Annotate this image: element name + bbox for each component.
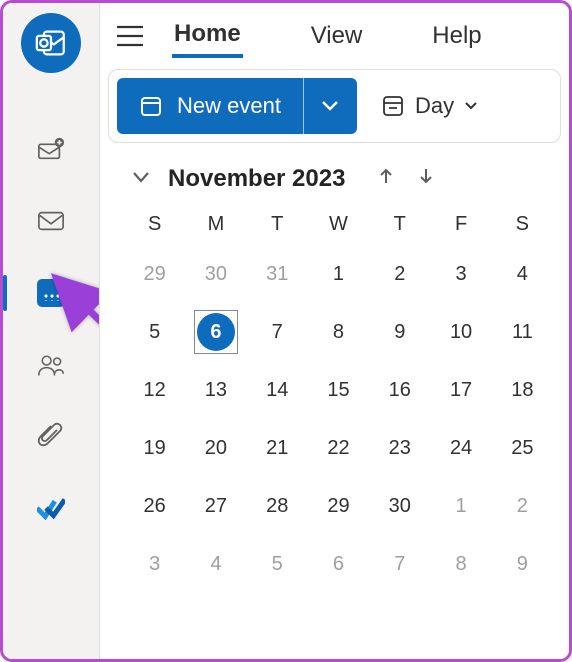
calendar-day[interactable]: 25 xyxy=(492,422,553,474)
dow-header: S xyxy=(124,207,185,242)
arrow-up-icon xyxy=(378,167,394,185)
calendar-day[interactable]: 6 xyxy=(185,306,246,358)
dow-header: M xyxy=(185,207,246,242)
calendar-day[interactable]: 4 xyxy=(492,248,553,300)
mail-icon xyxy=(37,207,65,235)
dow-header: T xyxy=(369,207,430,242)
outlook-logo[interactable] xyxy=(21,13,81,73)
calendar-day[interactable]: 14 xyxy=(247,364,308,416)
calendar-day[interactable]: 18 xyxy=(492,364,553,416)
calendar-day[interactable]: 27 xyxy=(185,480,246,532)
calendar-day[interactable]: 24 xyxy=(430,422,491,474)
collapse-month-toggle[interactable] xyxy=(126,170,156,189)
todo-check-icon xyxy=(37,495,65,523)
chevron-down-icon xyxy=(132,170,150,184)
calendar-day[interactable]: 30 xyxy=(185,248,246,300)
calendar-day[interactable]: 29 xyxy=(124,248,185,300)
dow-header: S xyxy=(492,207,553,242)
calendar-day[interactable]: 9 xyxy=(369,306,430,358)
calendar-day[interactable]: 1 xyxy=(430,480,491,532)
calendar-day[interactable]: 5 xyxy=(247,538,308,590)
calendar-day[interactable]: 30 xyxy=(369,480,430,532)
calendar-day[interactable]: 17 xyxy=(430,364,491,416)
left-rail xyxy=(3,3,99,659)
calendar-day[interactable]: 8 xyxy=(430,538,491,590)
calendar-day[interactable]: 3 xyxy=(124,538,185,590)
calendar-day[interactable]: 4 xyxy=(185,538,246,590)
calendar-day[interactable]: 3 xyxy=(430,248,491,300)
calendar-day[interactable]: 19 xyxy=(124,422,185,474)
tab-view[interactable]: View xyxy=(309,16,365,56)
day-view-icon xyxy=(381,94,405,118)
month-label: November 2023 xyxy=(168,165,345,193)
people-icon xyxy=(37,351,65,379)
calendar-day[interactable]: 2 xyxy=(369,248,430,300)
calendar-day[interactable]: 26 xyxy=(124,480,185,532)
calendar-day[interactable]: 11 xyxy=(492,306,553,358)
calendar-day[interactable]: 29 xyxy=(308,480,369,532)
rail-calendar[interactable] xyxy=(3,257,99,329)
calendar-day[interactable]: 16 xyxy=(369,364,430,416)
main-pane: Home View Help New event xyxy=(99,3,569,659)
mini-calendar: SMTWTFS293031123456789101112131415161718… xyxy=(100,207,569,590)
calendar-day[interactable]: 6 xyxy=(308,538,369,590)
calendar-day[interactable]: 28 xyxy=(247,480,308,532)
ribbon: New event Day xyxy=(108,69,561,143)
month-header: November 2023 xyxy=(100,143,569,207)
tab-home[interactable]: Home xyxy=(172,14,243,58)
calendar-day[interactable]: 2 xyxy=(492,480,553,532)
attachment-icon xyxy=(37,423,65,451)
new-event-button[interactable]: New event xyxy=(117,78,357,134)
rail-files[interactable] xyxy=(3,401,99,473)
calendar-day[interactable]: 10 xyxy=(430,306,491,358)
calendar-day[interactable]: 7 xyxy=(247,306,308,358)
top-tabs: Home View Help xyxy=(100,3,569,69)
chevron-down-icon xyxy=(321,100,339,112)
calendar-day[interactable]: 9 xyxy=(492,538,553,590)
rail-mail[interactable] xyxy=(3,185,99,257)
calendar-day[interactable]: 8 xyxy=(308,306,369,358)
arrow-down-icon xyxy=(418,167,434,185)
calendar-day[interactable]: 7 xyxy=(369,538,430,590)
calendar-day[interactable]: 22 xyxy=(308,422,369,474)
mail-plus-icon xyxy=(37,135,65,163)
calendar-day[interactable]: 31 xyxy=(247,248,308,300)
calendar-day[interactable]: 21 xyxy=(247,422,308,474)
dow-header: W xyxy=(308,207,369,242)
view-mode-selector[interactable]: Day xyxy=(369,78,490,134)
calendar-icon xyxy=(37,279,65,307)
calendar-day[interactable]: 1 xyxy=(308,248,369,300)
next-month[interactable] xyxy=(409,167,443,191)
calendar-day[interactable]: 12 xyxy=(124,364,185,416)
calendar-day[interactable]: 13 xyxy=(185,364,246,416)
chevron-down-icon xyxy=(464,101,478,111)
dow-header: F xyxy=(430,207,491,242)
dow-header: T xyxy=(247,207,308,242)
calendar-day[interactable]: 15 xyxy=(308,364,369,416)
rail-todo[interactable] xyxy=(3,473,99,545)
rail-new-mail[interactable] xyxy=(3,113,99,185)
hamburger-menu[interactable] xyxy=(108,25,152,47)
rail-people[interactable] xyxy=(3,329,99,401)
calendar-blank-icon xyxy=(139,94,163,118)
calendar-day[interactable]: 20 xyxy=(185,422,246,474)
calendar-day[interactable]: 5 xyxy=(124,306,185,358)
new-event-label: New event xyxy=(177,93,281,119)
new-event-dropdown[interactable] xyxy=(303,78,357,134)
tab-help[interactable]: Help xyxy=(430,16,483,56)
calendar-day[interactable]: 23 xyxy=(369,422,430,474)
prev-month[interactable] xyxy=(369,167,403,191)
view-mode-label: Day xyxy=(415,93,454,119)
